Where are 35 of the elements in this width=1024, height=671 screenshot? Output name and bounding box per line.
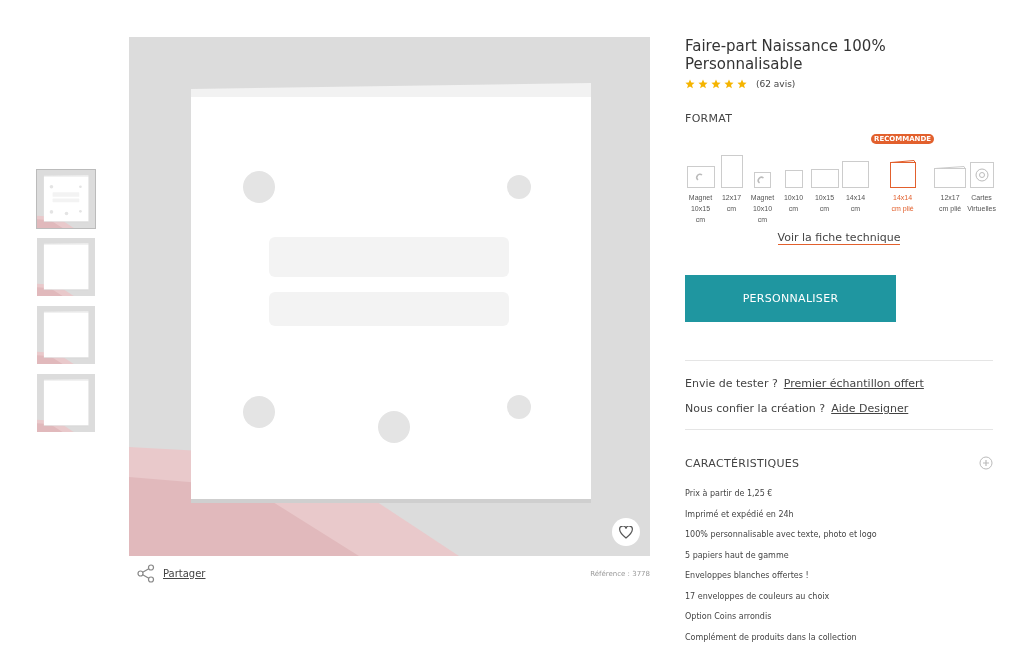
format-icon: [842, 161, 869, 188]
thumbnail[interactable]: [37, 374, 95, 432]
features-heading: CARACTÉRISTIQUES: [685, 456, 800, 470]
feature-item: Option Coins arrondis: [685, 611, 773, 623]
offer-link[interactable]: Premier échantillon offert: [783, 377, 924, 390]
feature-item: 5 papiers haut de gamme: [685, 549, 790, 562]
format-icon: [889, 160, 916, 188]
offer-link[interactable]: Aide Designer: [831, 402, 909, 415]
feature-item: Complément de produits dans la collection: [685, 631, 858, 644]
heart-icon: [619, 525, 633, 539]
expand-icon[interactable]: [979, 456, 993, 470]
share-icon[interactable]: [137, 564, 155, 583]
feature-item: Imprimé et expédié en 24h: [685, 508, 795, 521]
thumbnail[interactable]: [37, 238, 95, 296]
feature-item: Prix à partir de 1,25 €: [685, 488, 774, 500]
format-icon: [934, 166, 967, 188]
personalize-button[interactable]: PERSONNALISER: [685, 275, 896, 322]
format-icon: [969, 162, 994, 188]
offer-text: Nous confier la création ?: [685, 402, 826, 415]
thumbnail[interactable]: [37, 170, 95, 228]
format-icon: [810, 169, 839, 188]
format-icon: [754, 172, 771, 188]
format-icon: [720, 155, 743, 188]
thumbnail[interactable]: [37, 306, 95, 364]
format-heading: FORMAT: [685, 112, 734, 125]
feature-item: Enveloppes blanches offertes !: [685, 570, 810, 582]
offer-text: Envie de tester ?: [685, 377, 778, 390]
feature-item: 100% personnalisable avec texte, photo et logo: [685, 529, 878, 541]
review-count[interactable]: (62 avis): [756, 79, 796, 89]
format-icon: [784, 170, 803, 188]
share-link[interactable]: Partager: [163, 568, 206, 579]
format-icon: [686, 166, 715, 188]
technical-sheet-link[interactable]: Voir la fiche technique: [777, 231, 901, 245]
feature-item: 17 enveloppes de couleurs au choix: [685, 590, 831, 603]
product-title: Faire-part Naissance 100% Personnalisable: [685, 37, 887, 73]
